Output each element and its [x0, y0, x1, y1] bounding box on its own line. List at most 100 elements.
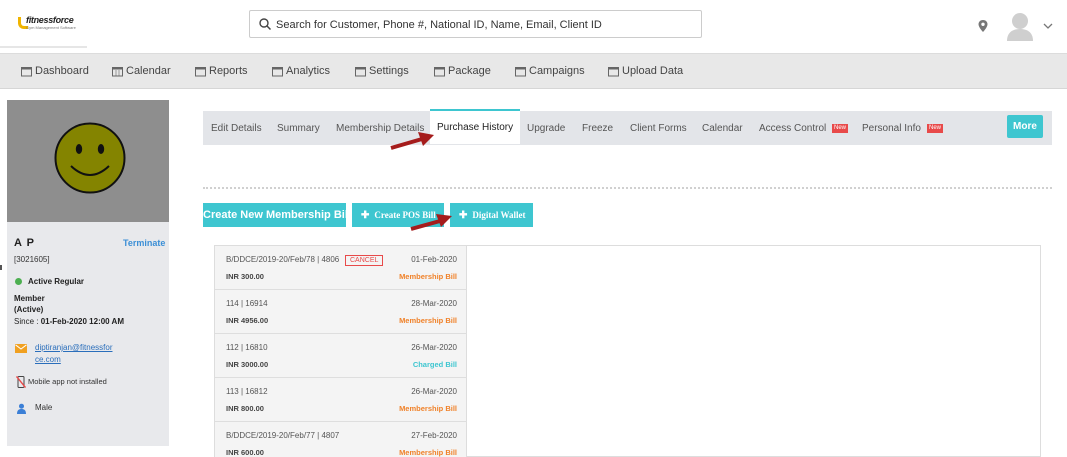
tab-summary[interactable]: Summary	[277, 123, 320, 134]
tab-purchase-history[interactable]: Purchase History	[430, 109, 521, 144]
top-bar: fitnessforce Gym Management Software	[0, 0, 1067, 48]
main-nav: Dashboard Calendar Reports Analytics Set…	[0, 53, 1067, 89]
tab-personal-info[interactable]: Personal Info	[862, 123, 921, 134]
bill-number: B/DDCE/2019-20/Feb/78 | 4806	[226, 255, 340, 264]
bill-type: Membership Bill	[399, 448, 457, 457]
nav-calendar[interactable]: Calendar	[112, 65, 171, 77]
email-link[interactable]: diptiranjan@fitnessforce.com	[35, 342, 115, 366]
bill-list-panel: B/DDCE/2019-20/Feb/78 | 4806 CANCEL 01-F…	[214, 245, 1041, 457]
bill-amount: INR 4956.00	[226, 316, 269, 325]
nav-calendar-label: Calendar	[126, 65, 171, 77]
nav-campaigns[interactable]: Campaigns	[515, 65, 585, 77]
plus-icon: ✚	[459, 210, 468, 221]
tab-access-control[interactable]: Access Control	[759, 123, 826, 134]
tab-client-forms[interactable]: Client Forms	[630, 123, 687, 134]
bill-row[interactable]: 112 | 16810 26-Mar-2020 INR 3000.00 Char…	[215, 334, 467, 378]
annotation-arrow-icon	[410, 214, 452, 231]
profile-tabs: Edit Details Summary Membership Details …	[203, 109, 1052, 145]
nav-settings[interactable]: Settings	[355, 65, 409, 77]
bill-number: 113 | 16812	[226, 387, 268, 396]
bill-date: 27-Feb-2020	[411, 431, 457, 440]
tab-upgrade[interactable]: Upgrade	[527, 123, 565, 134]
brand-logo[interactable]: fitnessforce Gym Management Software	[18, 15, 76, 33]
upload-icon	[608, 66, 619, 76]
nav-reports-label: Reports	[209, 65, 248, 77]
digital-wallet-label: Digital Wallet	[472, 210, 526, 220]
nav-campaigns-label: Campaigns	[529, 65, 585, 77]
user-icon	[17, 403, 26, 414]
brand-name: fitnessforce	[26, 15, 74, 25]
profile-id: [3021605]	[14, 255, 50, 264]
profile-panel: A P Terminate [3021605] Active Regular M…	[7, 100, 169, 446]
bill-number: 114 | 16914	[226, 299, 268, 308]
settings-icon	[355, 66, 366, 76]
user-avatar[interactable]	[1006, 11, 1034, 41]
bill-amount: INR 3000.00	[226, 360, 269, 369]
since-label: Since :	[14, 317, 39, 326]
gender-value: Male	[35, 403, 53, 412]
bill-amount: INR 600.00	[226, 448, 264, 457]
search-icon	[259, 18, 272, 31]
digital-wallet-button[interactable]: ✚ Digital Wallet	[450, 203, 533, 227]
profile-name: A P	[14, 237, 35, 249]
bill-type: Membership Bill	[399, 272, 457, 281]
tab-freeze[interactable]: Freeze	[582, 123, 613, 134]
search-box	[249, 10, 702, 38]
bill-number: 112 | 16810	[226, 343, 268, 352]
nav-dashboard-label: Dashboard	[35, 65, 89, 77]
bill-row[interactable]: B/DDCE/2019-20/Feb/77 | 4807 27-Feb-2020…	[215, 422, 467, 457]
reports-icon	[195, 66, 206, 76]
annotation-arrow-icon	[390, 132, 434, 150]
search-input[interactable]	[276, 16, 696, 33]
member-since: Since : 01-Feb-2020 12:00 AM	[14, 317, 124, 326]
nav-analytics-label: Analytics	[286, 65, 331, 77]
bill-type: Membership Bill	[399, 316, 457, 325]
membership-status: Active Regular	[28, 277, 85, 286]
campaigns-icon	[515, 66, 526, 76]
nav-dashboard[interactable]: Dashboard	[21, 65, 89, 77]
more-button[interactable]: More	[1007, 115, 1043, 138]
bill-date: 26-Mar-2020	[411, 343, 457, 352]
tab-calendar[interactable]: Calendar	[702, 123, 743, 134]
chevron-down-icon[interactable]	[1043, 22, 1053, 30]
member-type: Member	[14, 294, 45, 303]
analytics-icon	[272, 66, 283, 76]
new-badge: New	[927, 124, 944, 133]
profile-photo[interactable]	[7, 100, 169, 222]
terminate-link[interactable]: Terminate	[123, 238, 165, 248]
bill-row[interactable]: 114 | 16914 28-Mar-2020 INR 4956.00 Memb…	[215, 290, 467, 334]
nav-package-label: Package	[448, 65, 491, 77]
logo-area: fitnessforce Gym Management Software	[0, 0, 87, 48]
since-value: 01-Feb-2020 12:00 AM	[40, 317, 124, 326]
bill-number: B/DDCE/2019-20/Feb/77 | 4807	[226, 431, 340, 440]
bill-date: 01-Feb-2020	[411, 255, 457, 264]
bill-row[interactable]: B/DDCE/2019-20/Feb/78 | 4806 CANCEL 01-F…	[215, 246, 467, 290]
nav-package[interactable]: Package	[434, 65, 491, 77]
nav-analytics[interactable]: Analytics	[272, 65, 330, 77]
brand-tagline: Gym Management Software	[26, 25, 76, 30]
panel-edge-marker	[0, 265, 2, 270]
new-badge: New	[832, 124, 849, 133]
bill-type: Charged Bill	[412, 360, 457, 369]
nav-reports[interactable]: Reports	[195, 65, 248, 77]
section-divider	[203, 187, 1052, 189]
mobile-off-icon	[16, 376, 26, 388]
cancel-badge: CANCEL	[345, 255, 384, 266]
bill-type: Membership Bill	[399, 404, 457, 413]
package-icon	[434, 66, 445, 76]
nav-upload-data[interactable]: Upload Data	[608, 65, 683, 77]
smiley-avatar-icon	[54, 122, 126, 194]
bill-row[interactable]: 113 | 16812 26-Mar-2020 INR 800.00 Membe…	[215, 378, 467, 422]
location-pin-icon[interactable]	[977, 19, 989, 33]
tab-edit-details[interactable]: Edit Details	[211, 123, 262, 134]
bill-date: 28-Mar-2020	[411, 299, 457, 308]
bill-amount: INR 300.00	[226, 272, 264, 281]
dashboard-icon	[21, 66, 32, 76]
bill-list: B/DDCE/2019-20/Feb/78 | 4806 CANCEL 01-F…	[215, 246, 467, 457]
plus-icon: ✚	[361, 210, 370, 221]
create-membership-bill-button[interactable]: Create New Membership Bill	[203, 203, 351, 227]
mobile-app-status: Mobile app not installed	[28, 377, 107, 386]
mail-icon	[15, 344, 27, 353]
bill-amount: INR 800.00	[226, 404, 264, 413]
active-status-dot	[15, 278, 22, 285]
